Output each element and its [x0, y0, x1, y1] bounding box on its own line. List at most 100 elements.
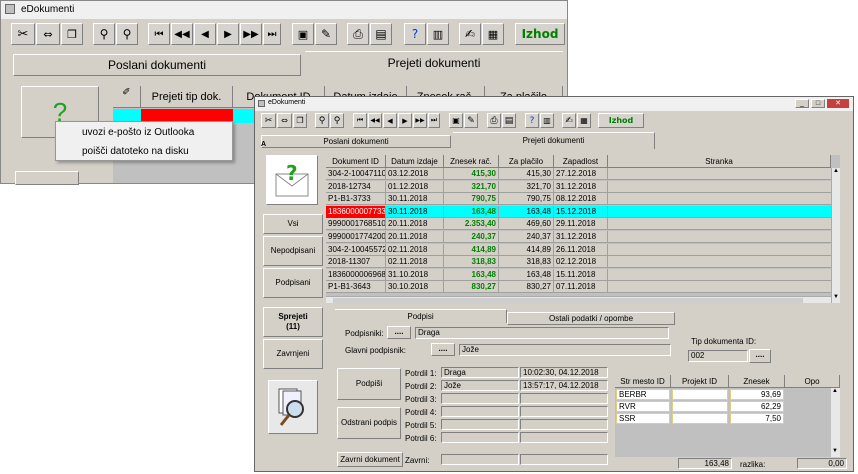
scroll-up-icon[interactable]: ▲	[831, 388, 839, 397]
tab-ostali[interactable]: Ostali podatki / opombe	[507, 312, 675, 325]
next-record-icon[interactable]: ▶	[398, 113, 412, 128]
exit-button[interactable]: Izhod	[598, 113, 644, 128]
cost-column-header[interactable]: Opo	[785, 375, 840, 388]
binoculars-icon[interactable]: ▣	[449, 113, 463, 128]
table-row[interactable]: P1-B1-3733 30.11.2018 790,75 790,75 08.12.20…	[326, 193, 831, 206]
cost-cell[interactable]	[672, 401, 728, 412]
filter-podpisani[interactable]: Podpisani	[263, 268, 323, 298]
tip-dots-button[interactable]: ....	[749, 349, 771, 363]
cost-cell[interactable]: BERBR	[616, 389, 670, 400]
zavrni-dokument-button[interactable]: Zavrni dokument	[337, 452, 403, 467]
table-row[interactable]: 304-2-10045572 02.11.2018 414,89 414,89 26.1…	[326, 243, 831, 256]
prev-record-icon[interactable]: ◀	[194, 23, 216, 45]
back-tab-prejeti[interactable]: Prejeti dokumenti	[305, 51, 563, 77]
edit-icon[interactable]: ✎	[315, 23, 337, 45]
binoculars-icon[interactable]: ▣	[292, 23, 314, 45]
zavrni-field[interactable]	[441, 454, 519, 465]
cost-cell[interactable]: 7,50	[730, 413, 784, 424]
copy-icon[interactable]: ❐	[293, 113, 307, 128]
notes-icon[interactable]: ▦	[482, 23, 504, 45]
tab-prejeti[interactable]: Prejeti dokumenti	[453, 132, 655, 149]
sign-icon[interactable]: ✍	[459, 23, 481, 45]
podpisniki-field[interactable]: Draga	[415, 327, 669, 339]
cost-column-header[interactable]: Projekt ID	[671, 375, 729, 388]
info-icon[interactable]: ▥	[427, 23, 449, 45]
find-next-icon[interactable]: ⚲	[330, 113, 344, 128]
cost-cell[interactable]	[672, 389, 728, 400]
print-icon[interactable]: ⎙	[347, 23, 369, 45]
scissors-icon[interactable]: ✂	[261, 113, 276, 128]
podpisniki-dots-button[interactable]: ....	[387, 326, 411, 339]
document-icon[interactable]: ▤	[502, 113, 516, 128]
filter-sprejeti[interactable]: Sprejeti (11)	[263, 307, 323, 337]
menu-item-disk[interactable]: poišči datoteko na disku	[82, 146, 189, 157]
help-icon[interactable]: ?	[404, 23, 426, 45]
grid-vscrollbar[interactable]: ▲ ▼	[831, 168, 840, 303]
document-icon[interactable]: ▤	[370, 23, 392, 45]
copy-icon[interactable]: ❐	[61, 23, 83, 45]
search-document-button[interactable]	[268, 380, 318, 434]
scroll-down-icon[interactable]: ▼	[831, 448, 839, 457]
notes-icon[interactable]: ▦	[577, 113, 591, 128]
podpisi-button[interactable]: Podpiši	[337, 368, 401, 400]
column-header[interactable]: Dokument ID	[326, 155, 386, 168]
help-icon[interactable]: ?	[525, 113, 539, 128]
cost-cell[interactable]	[672, 413, 728, 424]
scroll-down-icon[interactable]: ▼	[832, 294, 840, 303]
cost-column-header[interactable]: Str mesto ID	[615, 375, 671, 388]
next-page-icon[interactable]: ▶▶	[413, 113, 427, 128]
table-row[interactable]: 9990001774200 20.11.2018 240,37 240,37 31.12…	[326, 231, 831, 243]
table-row[interactable]: P1-B1-3643 30.10.2018 830,27 830,27 07.11.20…	[326, 281, 831, 294]
sign-icon[interactable]: ✍	[562, 113, 576, 128]
table-row[interactable]: 2018-11307 02.11.2018 318,83 318,83 02.12.20…	[326, 256, 831, 269]
scissors-icon[interactable]: ✂	[11, 23, 35, 45]
prev-record-icon[interactable]: ◀	[383, 113, 397, 128]
filter-vsi[interactable]: Vsi	[263, 214, 323, 234]
column-header[interactable]: Stranka	[608, 155, 831, 168]
envelope-button[interactable]: ?	[266, 155, 318, 205]
edit-icon[interactable]: ✎	[464, 113, 478, 128]
tip-field[interactable]: 002	[688, 350, 748, 362]
table-row[interactable]: 1836000006968 31.10.2018 163,48 163,48 15.11…	[326, 268, 831, 281]
find-icon[interactable]: ⚲	[93, 23, 115, 45]
exit-button[interactable]: Izhod	[515, 23, 565, 45]
column-header[interactable]: Zapadlost	[554, 155, 608, 168]
last-record-icon[interactable]: ⏭	[263, 23, 281, 45]
split-icon[interactable]: ⇔	[36, 23, 60, 45]
back-filter-button[interactable]	[15, 171, 79, 185]
filter-nepodpisani[interactable]: Nepodpisani	[263, 236, 323, 266]
find-icon[interactable]: ⚲	[315, 113, 329, 128]
cost-column-header[interactable]: Znesek	[729, 375, 785, 388]
table-row[interactable]: 9990001768510 20.11.2018 2.353,40 469,60 29.…	[326, 218, 831, 231]
zavrni-field-2[interactable]	[520, 454, 608, 465]
cost-cell[interactable]: RVR	[616, 401, 670, 412]
scroll-up-icon[interactable]: ▲	[832, 168, 840, 177]
print-icon[interactable]: ⎙	[487, 113, 501, 128]
next-page-icon[interactable]: ▶▶	[240, 23, 262, 45]
next-record-icon[interactable]: ▶	[217, 23, 239, 45]
back-tab-poslani[interactable]: Poslani dokumenti	[13, 54, 301, 76]
table-row[interactable]: 304-2-10047110 03.12.2018 415,30 415,30 27.1…	[326, 168, 831, 180]
maximize-button[interactable]: □	[811, 99, 825, 108]
menu-item-outlook[interactable]: uvozi e-pošto iz Outlooka	[82, 127, 194, 138]
prev-page-icon[interactable]: ◀◀	[171, 23, 193, 45]
table-row[interactable]: 1836000007733 30.11.2018 163,48 163,48 15.12…	[326, 205, 831, 218]
cost-vscrollbar[interactable]: ▲ ▼	[831, 388, 840, 457]
first-record-icon[interactable]: ⏮	[148, 23, 170, 45]
grid-hscrollbar[interactable]	[326, 296, 831, 303]
filter-zavrnjeni[interactable]: Zavrnjeni	[263, 339, 323, 369]
cost-cell[interactable]: 93,69	[730, 389, 784, 400]
table-row[interactable]: 2018-12734 01.12.2018 321,70 321,70 31.12.20…	[326, 180, 831, 193]
prev-page-icon[interactable]: ◀◀	[368, 113, 382, 128]
cost-cell[interactable]: SSR	[616, 413, 670, 424]
minimize-button[interactable]: _	[795, 99, 809, 108]
column-header[interactable]: Znesek rač.	[444, 155, 499, 168]
column-header[interactable]: Za plačilo	[499, 155, 554, 168]
close-button[interactable]: ✕	[827, 99, 849, 108]
info-icon[interactable]: ▥	[540, 113, 554, 128]
tab-podpisi[interactable]: Podpisi	[335, 309, 507, 323]
odstrani-podpis-button[interactable]: Odstrani podpis	[337, 407, 401, 439]
column-header[interactable]: Datum izdaje	[386, 155, 444, 168]
glavni-dots-button[interactable]: ....	[431, 343, 455, 356]
first-record-icon[interactable]: ⏮	[353, 113, 367, 128]
